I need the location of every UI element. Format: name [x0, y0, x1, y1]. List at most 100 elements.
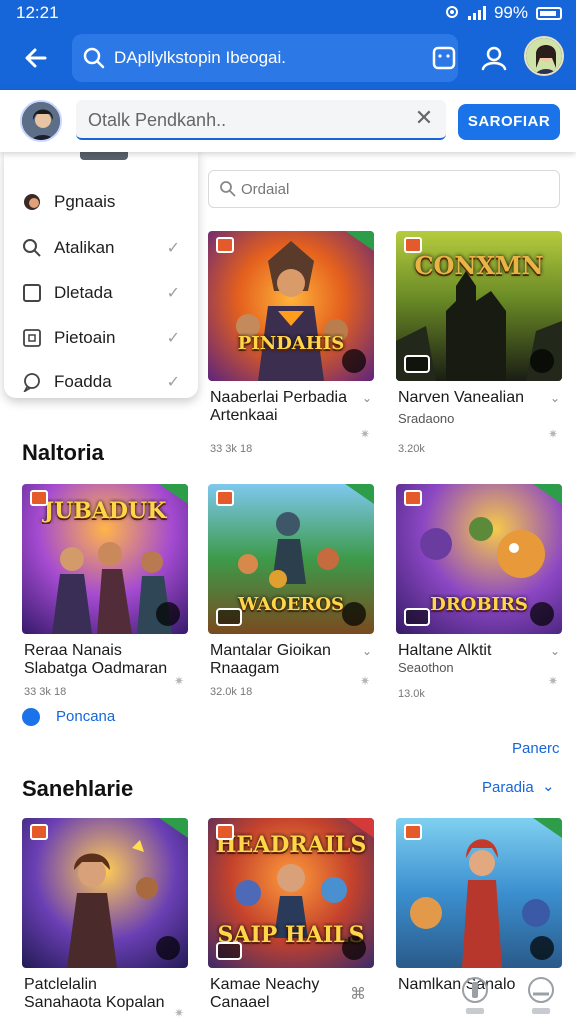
game-title[interactable]: Naaberlai Perbadia Artenkaai	[210, 389, 360, 425]
check-icon: ✓	[166, 285, 180, 302]
game-subtitle: Seaothon	[398, 660, 454, 675]
status-bar: 12:21 99%	[0, 0, 576, 26]
star-icon[interactable]: ✷	[174, 1006, 184, 1020]
promo-link[interactable]: Poncana	[22, 706, 162, 728]
search-icon	[220, 181, 236, 197]
search-icon	[83, 47, 105, 69]
gamepad-icon[interactable]: ⌘	[350, 984, 366, 1004]
battery-percent: 99%	[493, 3, 528, 22]
dropdown-item-atalikan[interactable]: Atalikan ✓	[4, 228, 198, 268]
chevron-down-icon[interactable]: ⌄	[362, 644, 372, 658]
see-more-link[interactable]: Panerc	[512, 740, 560, 757]
rating-badge-icon	[404, 824, 422, 840]
game-art-title: CONXMN	[414, 251, 544, 280]
game-meta: 3.20k	[398, 443, 425, 455]
game-title[interactable]: Haltane Alktit	[398, 642, 548, 660]
panel-search-input[interactable]: Otalk Pendkanh.. ✕	[76, 100, 446, 140]
filter-input[interactable]: Ordaial	[208, 170, 560, 208]
dropdown-item-label: Dletada	[54, 283, 113, 302]
dropdown-item-label: Pietoain	[54, 328, 116, 347]
check-badge-icon[interactable]	[530, 936, 554, 960]
status-icons: 99%	[444, 3, 562, 23]
game-art-title: JUBADUK	[43, 498, 167, 524]
section-title: Naltoria	[22, 440, 104, 465]
battery-icon	[536, 6, 562, 20]
game-thumbnail[interactable]	[396, 818, 562, 968]
game-title[interactable]: Reraa Nanais Slabatga Oadmaran	[24, 642, 174, 678]
dropdown-item-dletada[interactable]: Dletada ✓	[4, 273, 198, 313]
image-icon	[23, 329, 41, 347]
dropdown-item-label: Pgnaais	[54, 192, 116, 211]
game-title[interactable]: Kamae Neachy Canaael	[210, 976, 360, 1012]
play-icon[interactable]	[530, 349, 554, 373]
rating-badge-icon	[216, 490, 234, 506]
game-title[interactable]: Patclelalin Sanahaota Kopalan	[24, 976, 174, 1012]
controller-icon[interactable]	[458, 974, 492, 1018]
check-icon: ✓	[166, 240, 180, 257]
game-meta: 33 3k 18	[24, 686, 67, 698]
star-icon[interactable]: ✷	[174, 674, 184, 688]
promo-label: Poncana	[56, 708, 116, 725]
chevron-down-icon[interactable]: ⌄	[550, 391, 560, 405]
grid-icon[interactable]	[426, 40, 462, 76]
dropdown-item-label: Foadda	[54, 372, 112, 391]
game-meta: 13.0k	[398, 688, 425, 700]
clear-icon[interactable]: ✕	[412, 106, 436, 130]
star-icon[interactable]: ✷	[548, 674, 558, 688]
game-meta: 32.0k 18	[210, 686, 253, 698]
age-rating-icon	[404, 355, 430, 373]
chat-icon	[23, 373, 40, 392]
game-subtitle: Sradaono	[398, 411, 455, 426]
check-icon: ✓	[166, 374, 180, 391]
avatar-icon	[22, 102, 60, 140]
search-panel: Otalk Pendkanh.. ✕ SAROFIAR	[0, 90, 576, 152]
game-art-title-top: HEADRAILS	[215, 832, 367, 858]
rating-badge-icon	[404, 490, 422, 506]
game-thumbnail[interactable]: WAOEROS	[208, 484, 374, 634]
game-title[interactable]: Narven Vanealian	[398, 389, 548, 407]
chevron-down-icon[interactable]: ⌄	[542, 777, 555, 795]
play-icon[interactable]	[342, 936, 366, 960]
age-rating-icon	[404, 608, 430, 626]
profile-icon[interactable]	[476, 40, 512, 76]
check-badge-icon[interactable]	[530, 602, 554, 626]
section-title: Sanehlarie	[22, 776, 134, 801]
avatar-icon	[526, 38, 562, 74]
panel-search-placeholder: Otalk Pendkanh..	[88, 110, 227, 130]
game-thumbnail[interactable]	[22, 818, 188, 968]
check-badge-icon[interactable]	[342, 602, 366, 626]
game-meta: 33 3k 18	[210, 443, 253, 455]
user-avatar[interactable]	[524, 36, 564, 76]
star-icon[interactable]: ✷	[360, 427, 370, 441]
panel-avatar[interactable]	[20, 100, 62, 142]
game-thumbnail[interactable]: JUBADUK	[22, 484, 188, 634]
game-title[interactable]: Mantalar Gioikan Rnaagam	[210, 642, 360, 678]
play-icon[interactable]	[342, 349, 366, 373]
status-time: 12:21	[16, 3, 59, 22]
chevron-down-icon[interactable]: ⌄	[362, 391, 372, 405]
check-badge-icon[interactable]	[156, 602, 180, 626]
star-icon[interactable]: ✷	[548, 427, 558, 441]
app-search-bar[interactable]: DApllylkstopin Ibeogai.	[72, 34, 458, 82]
game-thumbnail[interactable]: CONXMN	[396, 231, 562, 381]
search-submit-button[interactable]: SAROFIAR	[458, 104, 560, 140]
game-thumbnail[interactable]: DROBIRS	[396, 484, 562, 634]
see-more-dropdown[interactable]: Paradia	[482, 779, 534, 796]
square-icon	[23, 284, 41, 302]
rating-badge-icon	[30, 824, 48, 840]
age-rating-icon	[216, 942, 242, 960]
game-thumbnail[interactable]: PINDAHIS	[208, 231, 374, 381]
dropdown-item-pgnaais[interactable]: Pgnaais	[4, 182, 198, 222]
chevron-down-icon[interactable]: ⌄	[550, 644, 560, 658]
dropdown-item-foadda[interactable]: Foadda ✓	[4, 362, 198, 402]
dropdown-item-pietoain[interactable]: Pietoain ✓	[4, 318, 198, 358]
info-icon	[22, 708, 40, 726]
account-icon[interactable]	[524, 974, 558, 1018]
back-button[interactable]	[18, 40, 54, 76]
check-badge-icon[interactable]	[156, 936, 180, 960]
rating-badge-icon	[30, 490, 48, 506]
signal-icon	[467, 6, 486, 20]
game-thumbnail[interactable]: HEADRAILS SAIP HAILS	[208, 818, 374, 968]
star-icon[interactable]: ✷	[360, 674, 370, 688]
age-rating-icon	[216, 608, 242, 626]
